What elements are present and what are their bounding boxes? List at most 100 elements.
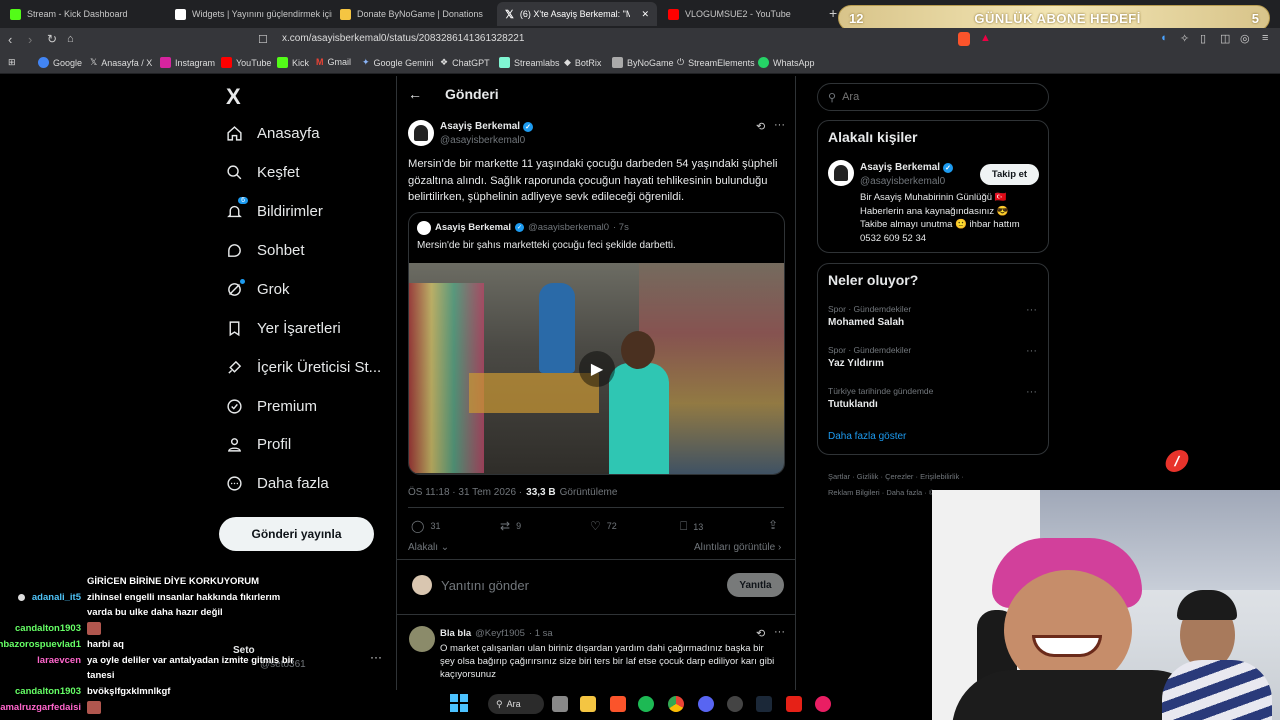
close-icon[interactable]: ✕ xyxy=(641,9,649,20)
vpn-icon[interactable]: ◎ xyxy=(1240,32,1250,45)
browser-tab[interactable]: Donate ByNoGame | Donations xyxy=(332,2,497,26)
streamlabs-icon xyxy=(499,57,510,68)
brave-shield-icon[interactable] xyxy=(958,32,970,46)
reply-action[interactable]: ◯ 31 xyxy=(411,519,440,533)
brave-rewards-icon[interactable]: ▲ xyxy=(980,32,991,44)
discord-icon[interactable] xyxy=(698,696,714,712)
bookmark-gmail[interactable]: M Gmail xyxy=(316,57,351,67)
youtube-app-icon[interactable] xyxy=(786,696,802,712)
browser-tab[interactable]: Widgets | Yayınını güçlendirmek için xyxy=(167,2,332,26)
avatar[interactable] xyxy=(408,120,434,146)
share-icon[interactable]: ⇪ xyxy=(768,518,778,532)
comment-author[interactable]: Bla bla xyxy=(440,628,471,639)
back-arrow-icon[interactable]: ← xyxy=(408,86,422,102)
windows-start-icon[interactable] xyxy=(450,694,468,712)
trend-item[interactable]: Spor · Gündemdekiler Yaz Yıldırım xyxy=(828,345,911,369)
play-icon[interactable]: ▶ xyxy=(579,351,615,387)
trend-item[interactable]: Spor · Gündemdekiler Mohamed Salah xyxy=(828,304,911,328)
nav-chat[interactable]: Sohbet xyxy=(226,242,305,259)
bookmark-x[interactable]: 𝕏 Anasayfa / X xyxy=(90,57,152,68)
bookmark-instagram[interactable]: Instagram xyxy=(160,57,215,68)
browser-tab[interactable]: Stream - Kick Dashboard xyxy=(2,2,167,26)
nav-profile[interactable]: Profil xyxy=(226,436,291,453)
bookmark-streamlabs[interactable]: Streamlabs xyxy=(499,57,560,68)
nav-explore[interactable]: Keşfet xyxy=(226,164,300,181)
reply-button[interactable]: Yanıtla xyxy=(727,573,784,597)
extension-icon[interactable]: ◖ xyxy=(1160,32,1167,44)
file-explorer-icon[interactable] xyxy=(580,696,596,712)
nav-premium[interactable]: Premium xyxy=(226,398,317,415)
youtube-icon xyxy=(668,8,679,20)
obs-icon[interactable] xyxy=(727,696,743,712)
bookmark-streamelements[interactable]: ⏻ StreamElements xyxy=(677,57,755,68)
app-icon[interactable] xyxy=(815,696,831,712)
task-view-icon[interactable] xyxy=(552,696,568,712)
nav-grok[interactable]: Grok xyxy=(226,279,290,298)
more-options-icon[interactable]: ··· xyxy=(774,626,785,638)
bookmark-google[interactable]: Google xyxy=(38,57,82,68)
quote-text: Mersin'de bir şahıs marketteki çocuğu fe… xyxy=(417,240,676,251)
back-icon[interactable]: ‹ xyxy=(8,32,12,47)
browser-tab-active[interactable]: 𝕏 (6) X'te Asayiş Berkemal: "Mersin" ✕ xyxy=(497,2,657,26)
bookmark-bynogame[interactable]: ByNoGame xyxy=(612,57,674,68)
new-tab-icon[interactable]: + xyxy=(829,5,837,21)
nav-home[interactable]: Anasayfa xyxy=(226,125,320,142)
nav-notifications[interactable]: 6 Bildirimler xyxy=(226,197,323,220)
nav-more[interactable]: Daha fazla xyxy=(226,475,329,492)
bookmark-youtube[interactable]: YouTube xyxy=(221,57,271,68)
grok-explain-icon[interactable]: ⟲ xyxy=(756,120,765,133)
more-options-icon[interactable]: ··· xyxy=(1026,304,1037,316)
browser-tab[interactable]: VLOGUMSUE2 - YouTube xyxy=(660,2,825,26)
bookmark-action[interactable]: ⎕ 13 xyxy=(680,519,703,534)
show-more-link[interactable]: Daha fazla göster xyxy=(828,431,906,442)
more-options-icon[interactable]: ··· xyxy=(774,119,785,131)
bookmark-chatgpt[interactable]: ❖ ChatGPT xyxy=(440,57,490,68)
bookmark-page-icon[interactable]: ☐ xyxy=(258,33,268,46)
profile-more-icon[interactable]: ··· xyxy=(370,650,382,664)
trend-item[interactable]: Türkiye tarihinde gündemde Tutuklandı xyxy=(828,386,933,410)
spotify-icon[interactable] xyxy=(638,696,654,712)
wallet-icon[interactable]: ◫ xyxy=(1220,32,1230,45)
puzzle-icon[interactable]: ✧ xyxy=(1180,32,1189,45)
relevant-sort[interactable]: Alakalı ⌄ xyxy=(408,542,449,553)
divider xyxy=(408,507,784,508)
search-input[interactable] xyxy=(842,91,1033,103)
nav-bookmarks[interactable]: Yer İşaretleri xyxy=(226,320,341,337)
post-button[interactable]: Gönderi yayınla xyxy=(219,517,374,551)
grok-explain-icon[interactable]: ⟲ xyxy=(756,627,765,640)
more-options-icon[interactable]: ··· xyxy=(1026,386,1037,398)
bookmark-botrix[interactable]: ◆ BotRix xyxy=(564,57,601,68)
bookmark-kick[interactable]: Kick xyxy=(277,57,309,68)
menu-icon[interactable]: ≡ xyxy=(1262,32,1268,44)
more-options-icon[interactable]: ··· xyxy=(1026,345,1037,357)
suggest-name[interactable]: Asayiş Berkemal ✓ xyxy=(860,162,954,173)
reload-icon[interactable]: ↻ xyxy=(47,32,57,46)
x-logo-icon[interactable]: X xyxy=(226,84,241,110)
apps-icon[interactable]: ⊞ xyxy=(8,57,16,68)
search-box[interactable]: ⚲ xyxy=(817,83,1049,111)
gmail-icon: M xyxy=(316,57,324,67)
comment-avatar[interactable] xyxy=(409,626,435,652)
chat-bubble-icon xyxy=(226,242,243,259)
bookmark-whatsapp[interactable]: WhatsApp xyxy=(758,57,815,68)
post-author[interactable]: Asayiş Berkemal ✓ xyxy=(440,121,534,132)
bookmark-label: Google xyxy=(53,57,83,68)
avatar[interactable] xyxy=(828,160,854,186)
steam-icon[interactable] xyxy=(756,696,772,712)
view-quotes-link[interactable]: Alıntıları görüntüle › xyxy=(694,542,781,553)
bookmark-gemini[interactable]: ✦ Google Gemini xyxy=(362,57,434,68)
brave-icon[interactable] xyxy=(610,696,626,712)
quote-header: Asayiş Berkemal ✓ @asayisberkemal0 · 7s xyxy=(435,222,629,233)
video-thumbnail[interactable]: ▶ xyxy=(409,263,784,474)
chrome-icon[interactable] xyxy=(668,696,684,712)
nav-creator-studio[interactable]: İçerik Üreticisi St... xyxy=(226,359,381,376)
taskbar-search[interactable]: ⚲ Ara xyxy=(488,694,544,714)
bynogame-icon xyxy=(612,57,623,68)
like-action[interactable]: ♡ 72 xyxy=(590,519,617,533)
forward-icon[interactable]: › xyxy=(28,32,32,47)
home-icon[interactable]: ⌂ xyxy=(67,33,74,45)
repost-action[interactable]: ⇄ 9 xyxy=(500,519,521,533)
reply-input[interactable]: Yanıtını gönder xyxy=(441,578,529,593)
sidebar-icon[interactable]: ▯ xyxy=(1200,32,1206,45)
follow-button[interactable]: Takip et xyxy=(980,164,1039,185)
